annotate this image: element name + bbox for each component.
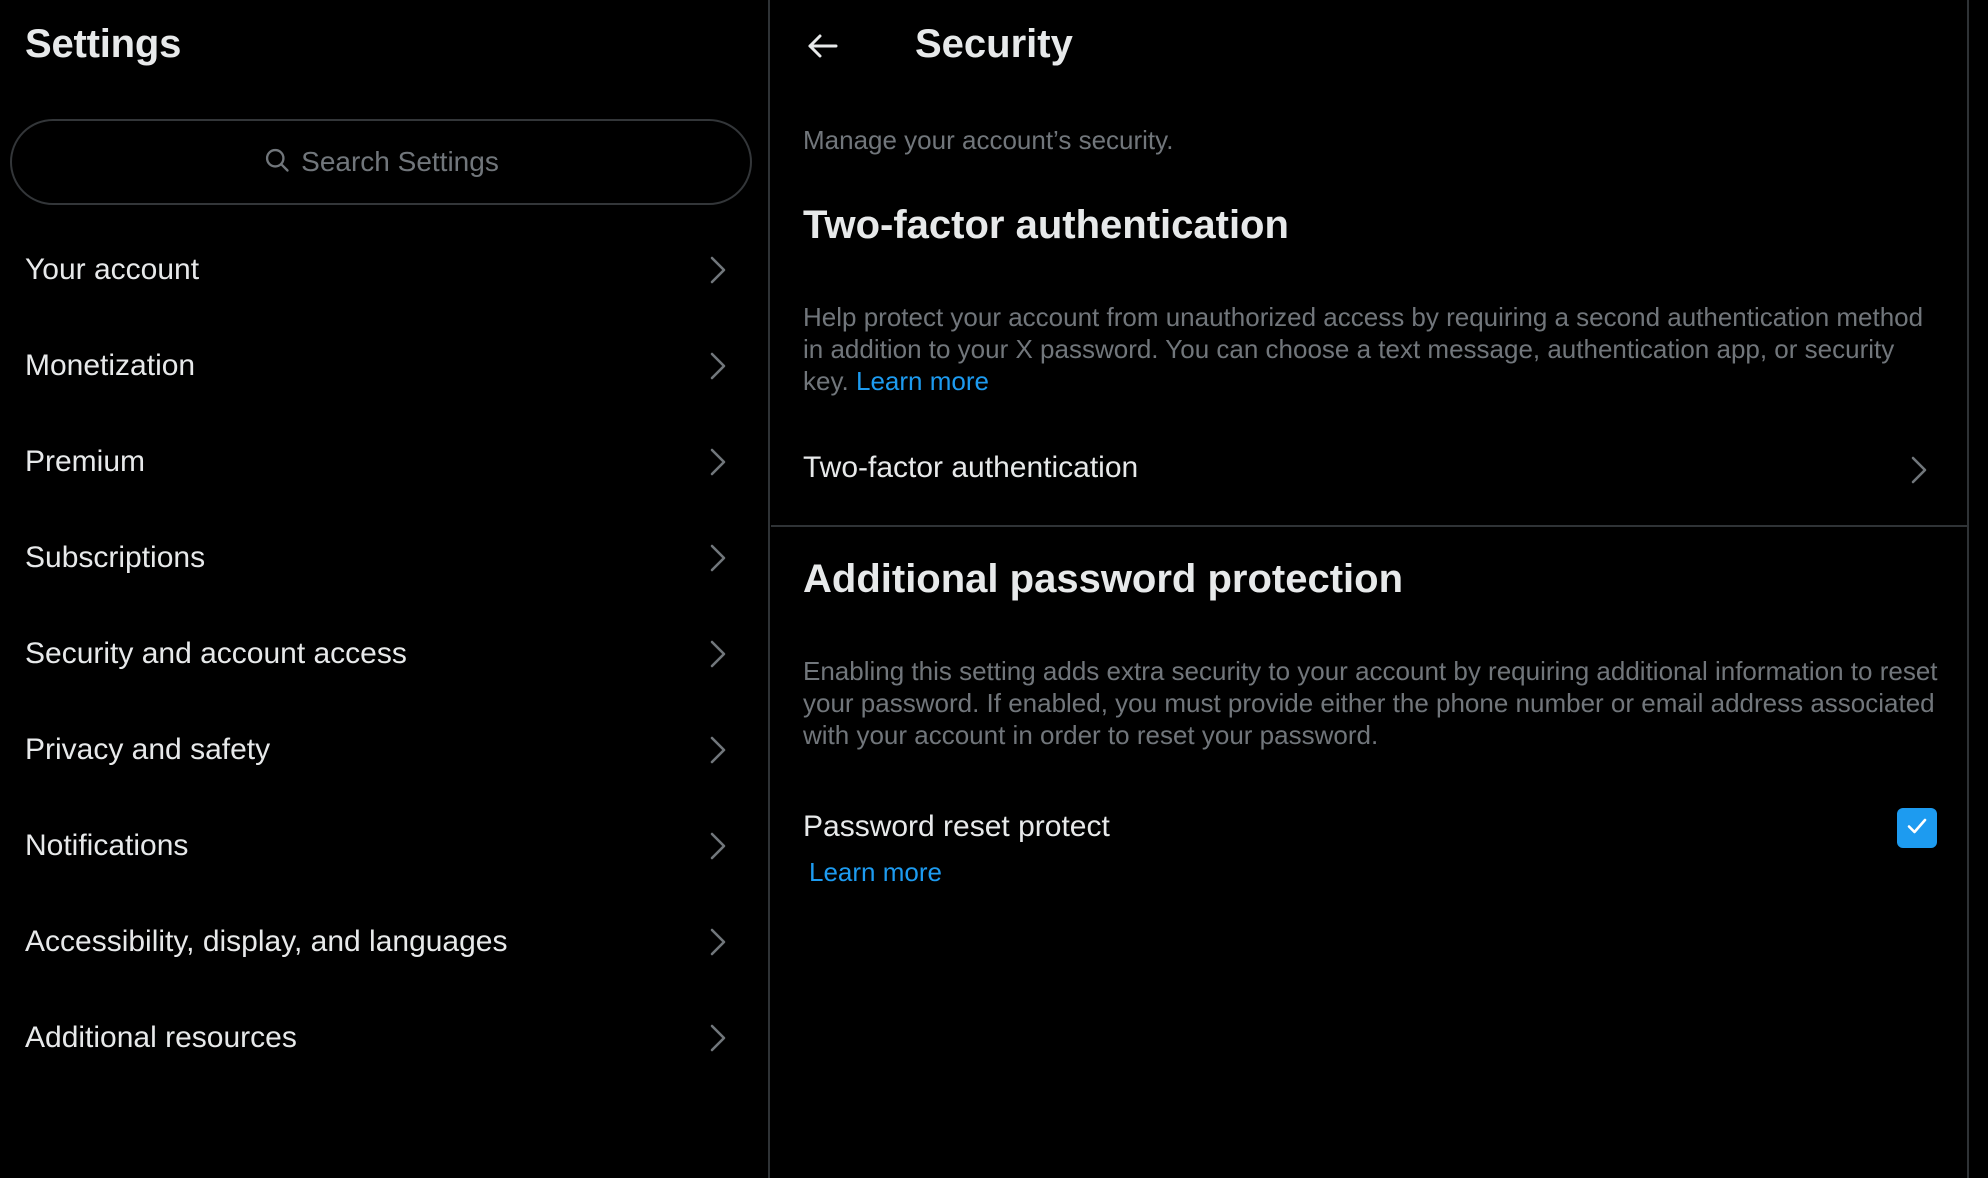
chevron-right-icon bbox=[1907, 454, 1931, 486]
chevron-right-icon bbox=[706, 830, 730, 862]
chevron-right-icon bbox=[706, 542, 730, 574]
password-reset-protect-checkbox[interactable] bbox=[1897, 808, 1937, 848]
sidebar-item-label: Premium bbox=[25, 445, 146, 478]
search-icon bbox=[263, 146, 291, 179]
sidebar-item[interactable]: Premium bbox=[0, 414, 768, 510]
password-protection-heading: Additional password protection bbox=[803, 557, 1404, 601]
sidebar-item-label: Monetization bbox=[25, 349, 196, 382]
chevron-right-icon bbox=[706, 926, 730, 958]
password-reset-protect-label: Password reset protect bbox=[803, 810, 1110, 843]
chevron-right-icon bbox=[706, 1022, 730, 1054]
sidebar-item[interactable]: Privacy and safety bbox=[0, 702, 768, 798]
sidebar-item-label: Notifications bbox=[25, 829, 189, 862]
chevron-right-icon bbox=[706, 734, 730, 766]
settings-title: Settings bbox=[25, 22, 182, 66]
checkmark-icon bbox=[1905, 814, 1929, 843]
sidebar-item-label: Accessibility, display, and languages bbox=[25, 925, 508, 958]
arrow-left-icon bbox=[806, 31, 840, 66]
sidebar-item-label: Subscriptions bbox=[25, 541, 206, 574]
two-factor-row-label: Two-factor authentication bbox=[803, 450, 1139, 484]
sidebar-item[interactable]: Monetization bbox=[0, 318, 768, 414]
sidebar-item-label: Security and account access bbox=[25, 637, 407, 670]
settings-sidebar: Settings Search Settings Your account Mon… bbox=[0, 0, 770, 1178]
chevron-right-icon bbox=[706, 638, 730, 670]
two-factor-learn-more-link[interactable]: Learn more bbox=[856, 366, 989, 396]
search-settings-input[interactable]: Search Settings bbox=[10, 119, 752, 205]
two-factor-authentication-row[interactable]: Two-factor authentication bbox=[771, 420, 1967, 527]
back-button[interactable] bbox=[801, 28, 845, 68]
sidebar-item-label: Additional resources bbox=[25, 1021, 297, 1054]
sidebar-item[interactable]: Your account bbox=[0, 222, 768, 318]
sidebar-item[interactable]: Additional resources bbox=[0, 990, 768, 1086]
sidebar-item-label: Your account bbox=[25, 253, 200, 286]
settings-nav: Your account Monetization Premium Subscript… bbox=[0, 222, 768, 1086]
page-subtitle: Manage your account’s security. bbox=[803, 125, 1174, 155]
two-factor-description: Help protect your account from unauthori… bbox=[803, 301, 1943, 397]
password-reset-learn-more-link[interactable]: Learn more bbox=[809, 857, 942, 888]
chevron-right-icon bbox=[706, 254, 730, 286]
sidebar-item[interactable]: Subscriptions bbox=[0, 510, 768, 606]
sidebar-item[interactable]: Security and account access bbox=[0, 606, 768, 702]
security-panel: Security Manage your account’s security.… bbox=[771, 0, 1969, 1178]
sidebar-item-label: Privacy and safety bbox=[25, 733, 271, 766]
sidebar-item[interactable]: Notifications bbox=[0, 798, 768, 894]
two-factor-heading: Two-factor authentication bbox=[803, 203, 1289, 247]
search-placeholder: Search Settings bbox=[301, 146, 499, 177]
sidebar-item[interactable]: Accessibility, display, and languages bbox=[0, 894, 768, 990]
password-protection-description: Enabling this setting adds extra securit… bbox=[803, 656, 1938, 750]
page-title: Security bbox=[915, 22, 1073, 66]
chevron-right-icon bbox=[706, 350, 730, 382]
settings-app: Settings Search Settings Your account Mon… bbox=[0, 0, 1988, 1178]
chevron-right-icon bbox=[706, 446, 730, 478]
